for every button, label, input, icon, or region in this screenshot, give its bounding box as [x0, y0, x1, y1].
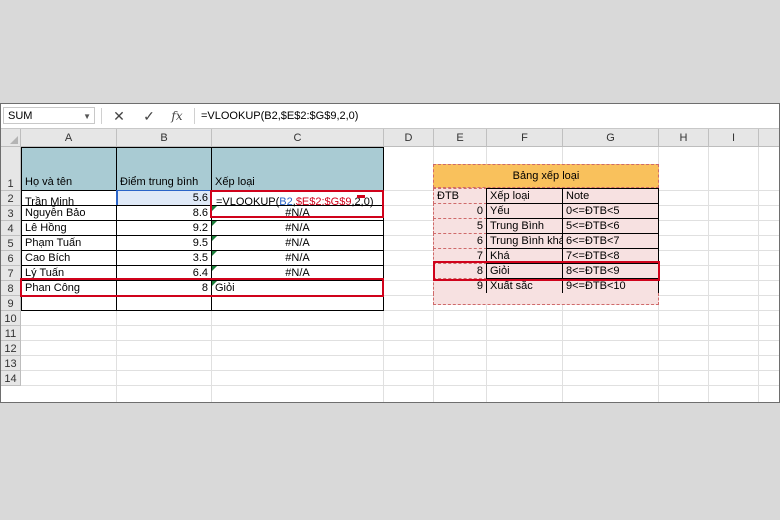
name-box[interactable]: SUM ▼ — [3, 107, 95, 124]
row-header[interactable]: 12 — [1, 341, 21, 356]
row-header[interactable]: 2 — [1, 191, 21, 206]
table-cell-name[interactable]: Trần Minh — [21, 190, 117, 208]
column-header-i[interactable]: I — [709, 129, 759, 147]
column-header-d[interactable]: D — [384, 129, 434, 147]
error-indicator-icon — [212, 251, 217, 256]
header-label: Điểm trung bình — [120, 176, 199, 188]
rank-header-dtb[interactable]: ĐTB — [433, 188, 487, 204]
rank-cell-rank[interactable]: Trung Bình — [486, 218, 563, 234]
highlight-row-8 — [20, 278, 384, 297]
cancel-icon[interactable]: ✕ — [109, 106, 129, 126]
column-header-g[interactable]: G — [563, 129, 659, 147]
table-cell-rank[interactable]: #N/A — [211, 220, 384, 236]
name-box-value: SUM — [8, 110, 33, 122]
column-header-blank — [759, 129, 779, 147]
rank-cell-dtb[interactable]: 0 — [433, 203, 487, 219]
row-header[interactable]: 7 — [1, 266, 21, 281]
column-header-h[interactable]: H — [659, 129, 709, 147]
table-cell-score[interactable]: 3.5 — [116, 250, 212, 266]
chevron-down-icon[interactable]: ▼ — [83, 108, 91, 125]
row-header[interactable]: 10 — [1, 311, 21, 326]
header-label: Họ và tên — [25, 176, 73, 188]
separator — [101, 108, 102, 124]
check-icon[interactable]: ✓ — [139, 106, 159, 126]
rank-cell-note[interactable]: 5<=ĐTB<6 — [562, 218, 659, 234]
column-header-b[interactable]: B — [117, 129, 212, 147]
column-header-c[interactable]: C — [212, 129, 384, 147]
gridline — [21, 340, 779, 341]
gridline — [21, 385, 779, 386]
table-cell-score[interactable]: 8.6 — [116, 205, 212, 221]
formula-bar: SUM ▼ ✕ ✓ fx =VLOOKUP(B2,$E$2:$G$9,2,0) — [1, 104, 779, 129]
column-header-f[interactable]: F — [487, 129, 563, 147]
row-header[interactable]: 4 — [1, 221, 21, 236]
spreadsheet-grid: A B C D E F G H I 1 2 3 4 5 6 7 8 9 10 1… — [1, 129, 779, 402]
table-cell-score[interactable]: 9.5 — [116, 235, 212, 251]
gridline — [758, 147, 759, 402]
rank-header-rank[interactable]: Xếp loại — [486, 188, 563, 204]
row-header[interactable]: 8 — [1, 281, 21, 296]
table-cell-empty[interactable] — [116, 295, 212, 311]
gridline — [708, 147, 709, 402]
table-cell-empty[interactable] — [211, 295, 384, 311]
column-header-e[interactable]: E — [434, 129, 487, 147]
column-header-a[interactable]: A — [21, 129, 117, 147]
rank-header-note[interactable]: Note — [562, 188, 659, 204]
row-header[interactable]: 1 — [1, 147, 21, 191]
table-cell-name[interactable]: Lê Hồng — [21, 220, 117, 236]
rank-cell-dtb[interactable]: 5 — [433, 218, 487, 234]
table-cell-score[interactable]: 5.6 — [116, 190, 212, 206]
table-cell-score[interactable]: 9.2 — [116, 220, 212, 236]
header-cell-name[interactable]: Họ và tên — [21, 147, 117, 191]
rank-cell-note[interactable]: 0<=ĐTB<5 — [562, 203, 659, 219]
gridline — [21, 325, 779, 326]
rank-cell-note[interactable]: 6<=ĐTB<7 — [562, 233, 659, 249]
row-header[interactable]: 5 — [1, 236, 21, 251]
table-cell-empty[interactable] — [21, 295, 117, 311]
error-indicator-icon — [212, 236, 217, 241]
error-indicator-icon — [212, 266, 217, 271]
row-header[interactable]: 13 — [1, 356, 21, 371]
row-header[interactable]: 14 — [1, 371, 21, 386]
table-cell-rank[interactable]: #N/A — [211, 235, 384, 251]
gridline — [21, 370, 779, 371]
row-header[interactable]: 3 — [1, 206, 21, 221]
row-header[interactable]: 6 — [1, 251, 21, 266]
formula-input[interactable]: =VLOOKUP(B2,$E$2:$G$9,2,0) — [201, 108, 358, 124]
header-cell-rank[interactable]: Xếp loại — [211, 147, 384, 191]
row-header[interactable]: 9 — [1, 296, 21, 311]
error-indicator-icon — [212, 221, 217, 226]
gridline — [21, 355, 779, 356]
table-cell-rank[interactable]: #N/A — [211, 250, 384, 266]
table-cell-name[interactable]: Phạm Tuấn — [21, 235, 117, 251]
excel-window: SUM ▼ ✕ ✓ fx =VLOOKUP(B2,$E$2:$G$9,2,0) … — [0, 103, 780, 403]
rank-table-bottom — [433, 293, 659, 305]
highlight-rank-gioi — [433, 261, 660, 281]
row-header[interactable]: 11 — [1, 326, 21, 341]
rank-cell-rank[interactable]: Trung Bình khá — [486, 233, 565, 249]
select-all-button[interactable] — [1, 129, 21, 147]
fx-icon[interactable]: fx — [167, 106, 187, 126]
table-cell-name[interactable]: Nguyễn Bảo — [21, 205, 117, 221]
header-cell-score[interactable]: Điểm trung bình — [116, 147, 212, 191]
formula-end-marker — [357, 195, 365, 198]
header-label: Xếp loại — [215, 176, 255, 188]
rank-cell-rank[interactable]: Yếu — [486, 203, 563, 219]
table-cell-name[interactable]: Cao Bích — [21, 250, 117, 266]
rank-table-title[interactable]: Bảng xếp loại — [433, 164, 659, 188]
separator — [194, 108, 195, 124]
rank-cell-dtb[interactable]: 6 — [433, 233, 487, 249]
